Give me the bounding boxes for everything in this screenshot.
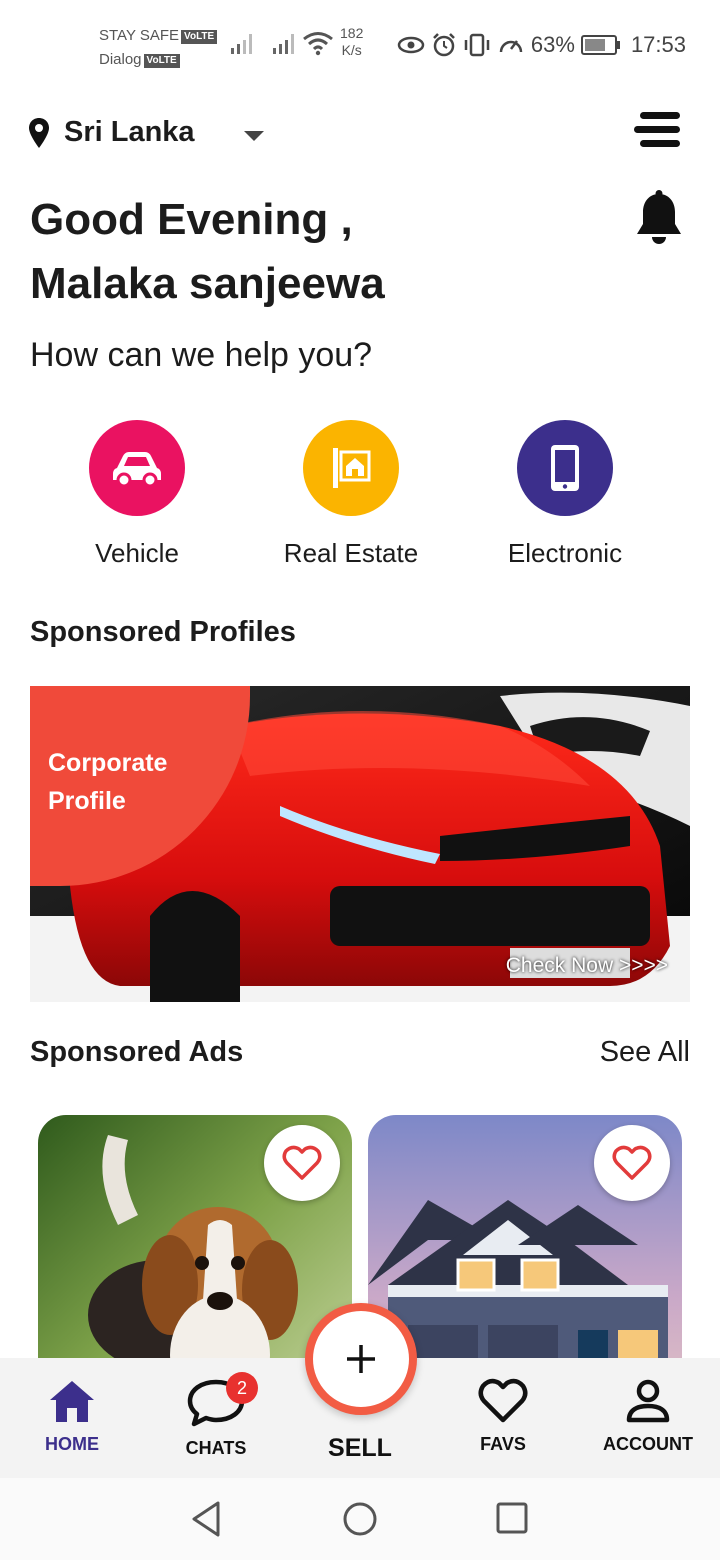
plus-icon [347,1345,375,1373]
chat-badge: 2 [226,1372,258,1404]
corner-badge-text: Corporate Profile [48,744,167,820]
nav-home[interactable]: HOME [2,1358,142,1455]
building-icon [303,420,399,516]
greeting-line-1: Good Evening , [30,195,353,244]
favorite-button[interactable] [594,1125,670,1201]
nav-account[interactable]: ACCOUNT [578,1358,718,1455]
home-icon [50,1381,94,1422]
location-label: Sri Lanka [64,116,195,148]
sponsored-profile-banner[interactable]: Corporate Profile Check Now >>>> [30,686,690,1002]
volte-badge-2: VoLTE [143,54,180,68]
nav-account-label: ACCOUNT [603,1434,693,1454]
greeting-line-2: Malaka sanjeewa [30,259,385,308]
category-label: Electronic [507,538,623,568]
greeting: Good Evening , Malaka sanjeewa [30,188,385,316]
sponsored-ads-title: Sponsored Ads [30,1036,244,1068]
category-label: Real Estate [283,538,419,568]
eye-icon [397,36,425,54]
heart-icon [612,1145,652,1180]
sell-button[interactable] [305,1303,417,1415]
system-navigation-bar [0,1478,720,1560]
carrier-2: Dialog [99,51,142,68]
help-text: How can we help you? [30,336,373,374]
signal-icon-2 [273,34,294,54]
car-icon [89,420,185,516]
back-icon[interactable] [190,1500,222,1538]
menu-button[interactable] [634,110,682,150]
volte-badge-1: VoLTE [181,30,218,44]
status-bar: STAY SAFE VoLTE Dialog VoLTE 182 K/s 63% 1… [0,0,720,90]
category-vehicle[interactable]: Vehicle [37,420,237,569]
heart-icon [478,1378,528,1423]
category-label: Vehicle [95,538,179,568]
menu-bar [640,112,680,119]
menu-bar [640,140,680,147]
sell-label: SELL [328,1434,392,1462]
network-speed: 182 K/s [340,25,363,59]
speedometer-icon [499,40,523,53]
nav-home-label: HOME [45,1434,99,1454]
heart-icon [282,1145,322,1180]
category-electronic[interactable]: Electronic [465,420,665,569]
sponsored-profiles-title: Sponsored Profiles [30,616,296,648]
status-icons: 63% 17:53 [397,30,686,60]
chevron-down-icon[interactable] [244,131,264,141]
carrier-1: STAY SAFE [99,27,180,44]
bell-icon[interactable] [632,190,686,248]
see-all-link[interactable]: See All [600,1036,690,1069]
signal-icon [231,34,252,54]
category-real-estate[interactable]: Real Estate [251,420,451,569]
speed-value: 182 [340,25,364,41]
banner-label-line-1: Corporate [48,749,168,777]
battery-icon [580,35,620,55]
nav-chats[interactable]: 2 CHATS [146,1358,286,1459]
nav-chats-label: CHATS [185,1438,247,1458]
speed-unit: K/s [341,42,362,58]
location-selector[interactable]: Sri Lanka [28,116,195,149]
phone-icon [517,420,613,516]
favorite-button[interactable] [264,1125,340,1201]
user-icon [626,1379,670,1423]
nav-favs[interactable]: FAVS [433,1358,573,1455]
menu-bar [634,126,680,133]
home-circle-icon[interactable] [342,1501,378,1537]
vibrate-icon [464,33,490,57]
recents-icon[interactable] [496,1502,528,1534]
banner-label-line-2: Profile [48,787,126,815]
alarm-icon [433,33,455,57]
nav-favs-label: FAVS [480,1434,526,1454]
check-now-link[interactable]: Check Now >>>> [506,954,668,978]
wifi-icon [303,32,333,56]
carrier-info: STAY SAFE VoLTE Dialog VoLTE [99,24,218,72]
battery-percent: 63% [530,32,575,57]
clock: 17:53 [630,32,686,57]
location-pin-icon [29,117,49,148]
